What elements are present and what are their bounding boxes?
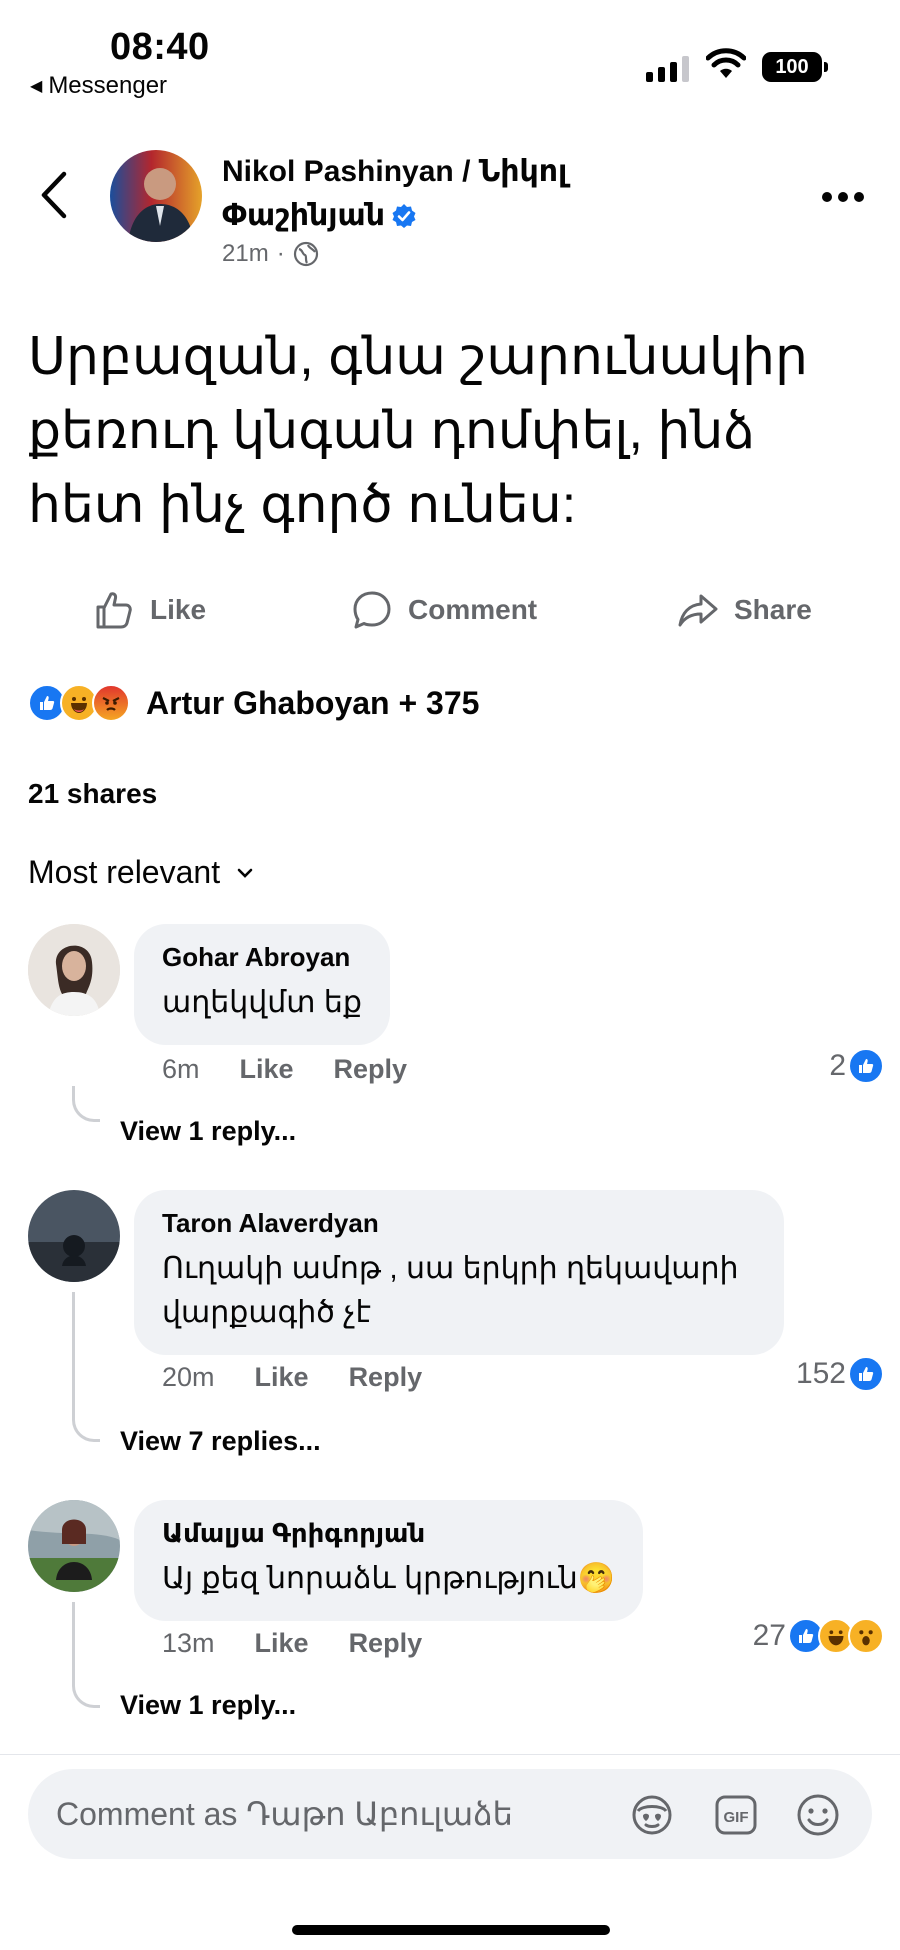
comment-composer: Comment as Դաթո Աբուլաձե GIF	[0, 1754, 900, 1950]
comment-reactions[interactable]: 2	[829, 1048, 884, 1084]
comment-reply-button[interactable]: Reply	[349, 1628, 423, 1659]
comment-like-button[interactable]: Like	[255, 1628, 309, 1659]
reaction-count: 27	[752, 1619, 786, 1652]
thread-line	[72, 1086, 100, 1122]
commenter-avatar[interactable]	[28, 1500, 120, 1592]
reaction-icons	[28, 684, 130, 722]
home-indicator	[292, 1925, 610, 1935]
avatar-sticker-icon[interactable]	[628, 1791, 676, 1839]
share-button[interactable]: Share	[676, 588, 812, 632]
battery-indicator: 100	[762, 52, 828, 82]
view-replies-link[interactable]: View 1 reply...	[120, 1116, 296, 1147]
reactions-summary[interactable]: Artur Ghaboyan + 375	[28, 684, 479, 722]
commenter-avatar[interactable]	[28, 1190, 120, 1282]
post-actions: Like Comment Share	[0, 588, 900, 638]
commenter-name[interactable]: Gohar Abroyan	[162, 942, 362, 973]
gif-icon[interactable]: GIF	[712, 1791, 760, 1839]
comment-text: աղեկվմտ եք	[162, 986, 362, 1019]
comment-reply-button[interactable]: Reply	[349, 1362, 423, 1393]
back-to-app[interactable]: ◀ Messenger	[30, 72, 167, 100]
comment-reply-button[interactable]: Reply	[334, 1054, 408, 1085]
comment-time: 13m	[162, 1628, 215, 1658]
commenter-avatar[interactable]	[28, 924, 120, 1016]
meta-dot: ·	[276, 240, 285, 267]
comment-meta: 20m Like Reply	[162, 1362, 422, 1393]
like-button[interactable]: Like	[92, 588, 206, 632]
comment-time: 6m	[162, 1054, 200, 1084]
more-options-icon[interactable]	[822, 192, 864, 202]
comment-like-button[interactable]: Like	[240, 1054, 294, 1085]
thread-line	[72, 1602, 100, 1708]
comment-meta: 6m Like Reply	[162, 1054, 407, 1085]
wifi-icon	[706, 48, 746, 78]
shares-count[interactable]: 21 shares	[28, 778, 157, 810]
commenter-name[interactable]: Taron Alaverdyan	[162, 1208, 756, 1239]
share-label: Share	[734, 594, 812, 625]
reaction-count: 152	[795, 1357, 846, 1390]
comment-label: Comment	[408, 594, 538, 625]
thread-line	[72, 1292, 100, 1442]
emoji-icon[interactable]	[794, 1791, 842, 1839]
like-reaction-icon	[848, 1048, 884, 1084]
comment-bubble-icon	[353, 591, 391, 629]
comment-time: 20m	[162, 1362, 215, 1392]
comment-sort-dropdown[interactable]: Most relevant	[28, 854, 254, 891]
comment-bubble[interactable]: Ամալյա Գրիգորյան Այ քեզ նորաձև կրթությու…	[134, 1500, 644, 1621]
post-time: 21m	[222, 240, 269, 267]
back-chevron-icon[interactable]	[36, 170, 72, 220]
back-triangle-icon: ◀	[30, 78, 43, 95]
comment-text: Ուղակի ամոթ , սա երկրի ղեկավարի վարքագիծ…	[162, 1252, 739, 1329]
commenter-name[interactable]: Ամալյա Գրիգորյան	[162, 1518, 615, 1549]
view-replies-link[interactable]: View 7 replies...	[120, 1426, 321, 1457]
comment-meta: 13m Like Reply	[162, 1628, 422, 1659]
post-author[interactable]: Nikol Pashinyan / Նիկոլ Փաշինյան	[222, 150, 662, 238]
comment-like-button[interactable]: Like	[255, 1362, 309, 1393]
view-replies-link[interactable]: View 1 reply...	[120, 1690, 296, 1721]
svg-text:GIF: GIF	[724, 1809, 749, 1826]
globe-icon	[293, 241, 318, 267]
post-text: Սրբազան, գնա շարունակիր քեռուդ կնգան դոմ…	[28, 328, 808, 534]
angry-reaction-icon	[92, 684, 130, 722]
like-reaction-icon	[848, 1356, 884, 1392]
comment-input-placeholder: Comment as Դաթո Աբուլաձե	[56, 1796, 513, 1832]
post-meta: 21m ·	[222, 240, 319, 268]
sort-label: Most relevant	[28, 854, 221, 890]
comment-reactions[interactable]: 152	[796, 1356, 884, 1392]
cellular-signal-icon	[646, 56, 689, 82]
comment-text: Այ քեզ նորաձև կրթություն🤭	[162, 1562, 616, 1595]
thumbs-up-icon	[96, 592, 132, 629]
comment-reactions[interactable]: 27	[753, 1618, 884, 1654]
clock: 08:40	[110, 26, 210, 68]
comment-input[interactable]: Comment as Դաթո Աբուլաձե GIF	[28, 1769, 872, 1859]
author-avatar[interactable]	[110, 150, 202, 242]
back-app-label: Messenger	[48, 72, 168, 99]
comment-bubble[interactable]: Gohar Abroyan աղեկվմտ եք	[134, 924, 390, 1045]
chevron-down-icon	[237, 868, 253, 878]
comment-button[interactable]: Comment	[350, 588, 537, 632]
reaction-count: 2	[829, 1049, 846, 1082]
wow-reaction-icon	[848, 1618, 884, 1654]
like-label: Like	[150, 594, 207, 625]
share-arrow-icon	[678, 594, 718, 627]
verified-badge-icon	[392, 204, 416, 228]
reactions-summary-text: Artur Ghaboyan + 375	[146, 684, 480, 721]
comment-bubble[interactable]: Taron Alaverdyan Ուղակի ամոթ , սա երկրի …	[134, 1190, 784, 1355]
status-bar: 08:40 ◀ Messenger 100	[0, 0, 900, 100]
